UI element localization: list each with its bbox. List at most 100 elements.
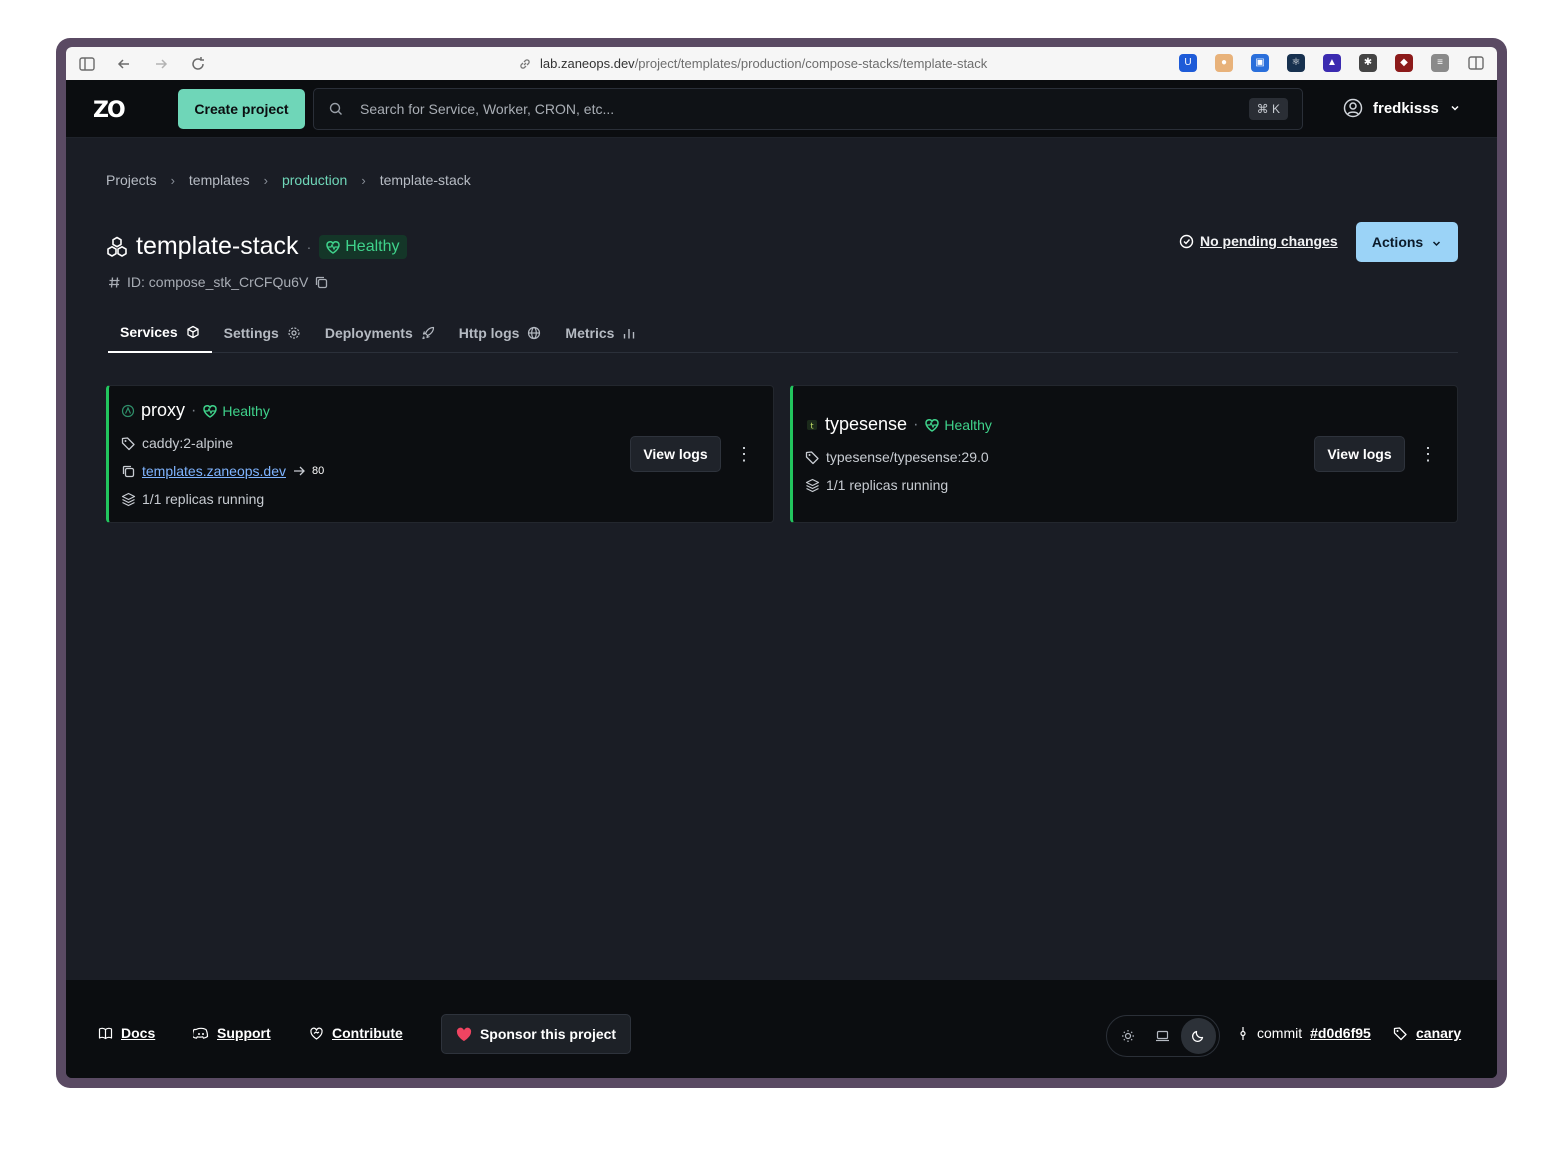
- tab-metrics-label: Metrics: [565, 325, 615, 341]
- service-name[interactable]: typesense: [825, 414, 907, 435]
- tab-settings-label: Settings: [223, 325, 279, 341]
- graduation-extension-icon[interactable]: ▲: [1323, 54, 1341, 72]
- view-logs-button[interactable]: View logs: [1314, 436, 1405, 472]
- breadcrumb-project[interactable]: templates: [189, 172, 250, 188]
- tab-deployments-label: Deployments: [324, 325, 413, 341]
- theme-switcher: [1106, 1015, 1220, 1057]
- forward-icon[interactable]: [152, 55, 170, 73]
- link-icon: [520, 58, 530, 69]
- list-extension-icon[interactable]: ≡: [1431, 54, 1449, 72]
- support-label: Support: [217, 1025, 271, 1041]
- breadcrumb-projects[interactable]: Projects: [106, 172, 157, 188]
- tool-extension-icon[interactable]: ✱: [1359, 54, 1377, 72]
- avatar-extension-icon[interactable]: ●: [1215, 54, 1233, 72]
- tab-http-logs[interactable]: Http logs: [447, 313, 554, 353]
- typesense-logo-icon: t: [805, 418, 819, 432]
- svg-text:t: t: [810, 421, 813, 430]
- shield-extension-icon[interactable]: ◆: [1395, 54, 1413, 72]
- app-header: ZO Create project ⌘ K fredkisss: [66, 80, 1497, 138]
- arrow-right-icon: [292, 464, 306, 478]
- heart-pulse-icon: [925, 418, 940, 432]
- tab-services[interactable]: Services: [108, 313, 212, 353]
- search-input[interactable]: [360, 101, 1249, 117]
- footer-docs-link[interactable]: Docs: [98, 1025, 155, 1041]
- reload-icon[interactable]: [189, 55, 207, 73]
- pending-changes-label[interactable]: No pending changes: [1200, 233, 1338, 249]
- url-path: /project/templates/production/compose-st…: [634, 56, 988, 71]
- more-options-icon[interactable]: ⋮: [734, 442, 754, 466]
- globe-icon: [527, 326, 541, 340]
- service-domain-link[interactable]: templates.zaneops.dev: [142, 463, 286, 479]
- status-badge: Healthy: [319, 234, 408, 259]
- footer-contribute-link[interactable]: Contribute: [309, 1025, 403, 1041]
- chevron-right-icon: ›: [170, 172, 175, 188]
- sponsor-button[interactable]: Sponsor this project: [441, 1014, 631, 1054]
- search-shortcut-badge: ⌘ K: [1248, 98, 1288, 120]
- footer-support-link[interactable]: Support: [193, 1025, 271, 1041]
- service-port: 80: [311, 465, 325, 477]
- tab-settings[interactable]: Settings: [212, 313, 313, 353]
- browser-viewport: lab.zaneops.dev/project/templates/produc…: [66, 47, 1497, 1078]
- service-replicas: 1/1 replicas running: [826, 477, 949, 493]
- service-card-typesense[interactable]: t typesense · Healthy typesense/typesens…: [790, 385, 1458, 523]
- commit-hash-link[interactable]: #d0d6f95: [1310, 1025, 1371, 1041]
- gear-icon: [287, 326, 301, 340]
- moon-icon[interactable]: [1180, 1018, 1216, 1054]
- tab-http-logs-label: Http logs: [458, 325, 520, 341]
- browser-toolbar: lab.zaneops.dev/project/templates/produc…: [66, 47, 1497, 80]
- separator-dot: ·: [306, 238, 312, 255]
- stack-id: ID: compose_stk_CrCFQu6V: [127, 274, 309, 290]
- stack-id-row: ID: compose_stk_CrCFQu6V: [108, 274, 329, 290]
- layers-icon: [121, 492, 136, 507]
- pending-changes[interactable]: No pending changes: [1179, 233, 1338, 249]
- chevron-down-icon: [1449, 102, 1461, 114]
- service-image: caddy:2-alpine: [142, 435, 234, 451]
- search-box[interactable]: ⌘ K: [313, 88, 1303, 130]
- tab-metrics[interactable]: Metrics: [553, 313, 648, 353]
- footer: Docs Support Contribute Sponsor this pro…: [66, 980, 1497, 1078]
- layers-icon: [805, 478, 820, 493]
- service-replicas-row: 1/1 replicas running: [121, 491, 264, 507]
- zaneops-logo[interactable]: ZO: [93, 98, 126, 123]
- back-icon[interactable]: [115, 55, 133, 73]
- more-options-icon[interactable]: ⋮: [1418, 442, 1438, 466]
- service-image-row: typesense/typesense:29.0: [805, 449, 989, 465]
- separator-dot: ·: [913, 415, 919, 433]
- service-card-proxy[interactable]: proxy · Healthy caddy:2-alpine templates…: [106, 385, 774, 523]
- hash-icon: [108, 276, 121, 289]
- user-menu[interactable]: fredkisss: [1343, 98, 1461, 118]
- stack-tabs: Services Settings Deployments Http logs …: [108, 313, 1458, 353]
- actions-button[interactable]: Actions: [1356, 222, 1458, 262]
- copy-icon[interactable]: [314, 275, 329, 290]
- copy-icon[interactable]: [121, 464, 136, 479]
- user-circle-icon: [1343, 98, 1363, 118]
- tag-icon: [1393, 1026, 1408, 1041]
- window-extension-icon[interactable]: ▣: [1251, 54, 1269, 72]
- breadcrumb-environment[interactable]: production: [282, 172, 347, 188]
- breadcrumb: Projects › templates › production › temp…: [106, 172, 471, 188]
- service-image: typesense/typesense:29.0: [826, 449, 989, 465]
- laptop-icon[interactable]: [1145, 1018, 1180, 1054]
- sidebar-toggle-icon[interactable]: [78, 55, 96, 73]
- heart-pulse-icon: [203, 404, 218, 418]
- discord-icon: [193, 1026, 209, 1041]
- caddy-logo-icon: [121, 404, 135, 418]
- create-project-button[interactable]: Create project: [178, 89, 305, 129]
- react-extension-icon[interactable]: ⚛: [1287, 54, 1305, 72]
- release-channel[interactable]: canary: [1393, 1025, 1461, 1041]
- breadcrumb-current: template-stack: [379, 172, 471, 188]
- service-replicas-row: 1/1 replicas running: [805, 477, 948, 493]
- service-name[interactable]: proxy: [141, 400, 185, 421]
- sun-icon[interactable]: [1110, 1018, 1145, 1054]
- address-bar[interactable]: lab.zaneops.dev/project/templates/produc…: [518, 47, 987, 80]
- actions-label: Actions: [1371, 234, 1424, 250]
- service-status: Healthy: [924, 417, 992, 433]
- book-icon: [98, 1026, 113, 1041]
- split-view-icon[interactable]: [1467, 54, 1485, 72]
- bar-chart-icon: [622, 326, 636, 340]
- bitwarden-extension-icon[interactable]: U: [1179, 54, 1197, 72]
- username: fredkisss: [1373, 99, 1439, 117]
- tab-deployments[interactable]: Deployments: [313, 313, 447, 353]
- view-logs-button[interactable]: View logs: [630, 436, 721, 472]
- tag-icon: [805, 450, 820, 465]
